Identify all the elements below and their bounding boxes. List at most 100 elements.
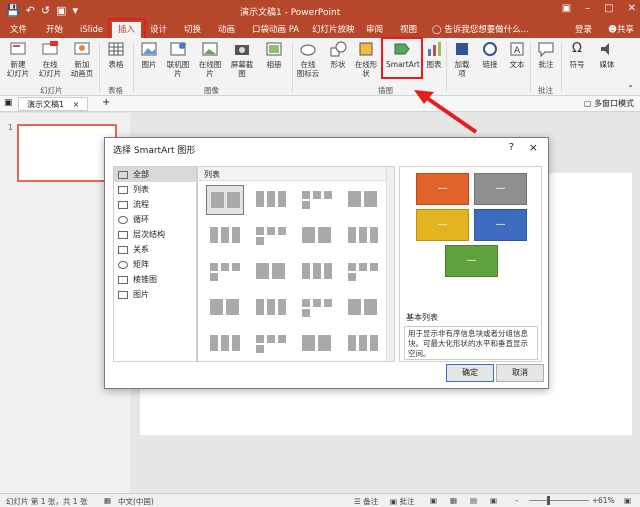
window-icon: ▢ xyxy=(583,99,594,108)
web-pictures-button[interactable]: 在线图片 xyxy=(196,40,224,78)
online-slide-button[interactable]: 在线 幻灯片 xyxy=(36,40,64,78)
layout-thumbnail[interactable] xyxy=(252,185,290,215)
category-picture[interactable]: 图片 xyxy=(114,287,196,302)
maximize-icon[interactable]: □ xyxy=(604,3,613,14)
category-process[interactable]: 流程 xyxy=(114,197,196,212)
category-hierarchy[interactable]: 层次结构 xyxy=(114,227,196,242)
layout-thumbnail[interactable] xyxy=(206,293,244,323)
minimize-icon[interactable]: – xyxy=(585,3,590,14)
category-list-type[interactable]: 列表 xyxy=(114,182,196,197)
new-doc-tab-icon[interactable]: + xyxy=(102,97,110,108)
zoom-slider[interactable] xyxy=(529,500,589,501)
layout-thumbnail[interactable] xyxy=(252,329,290,359)
online-icon-cloud-button[interactable]: 在线 图标云 xyxy=(294,40,322,78)
layout-thumbnail[interactable] xyxy=(206,257,244,287)
group-separator xyxy=(561,42,562,92)
category-relationship[interactable]: 关系 xyxy=(114,242,196,257)
layout-thumbnail[interactable] xyxy=(344,221,382,251)
share-button[interactable]: ☻共享 xyxy=(608,24,634,36)
tab-view[interactable]: 视图 xyxy=(400,24,417,36)
tab-pocket-animation[interactable]: 口袋动画 PA xyxy=(252,24,299,36)
layout-thumbnail[interactable] xyxy=(298,221,336,251)
photo-album-button[interactable]: 相册 xyxy=(260,40,288,69)
normal-view-icon[interactable]: ▣ xyxy=(430,496,437,505)
category-pyramid[interactable]: 棱锥图 xyxy=(114,272,196,287)
gallery-scrollbar[interactable] xyxy=(386,167,394,361)
comment-button[interactable]: 批注 xyxy=(532,40,560,69)
spellcheck-icon[interactable]: ▦ xyxy=(104,496,111,505)
text-button[interactable]: A 文本 xyxy=(503,40,531,69)
new-animation-page-button[interactable]: 新加 动画页 xyxy=(68,40,96,78)
layout-thumbnail[interactable] xyxy=(206,221,244,251)
layout-thumbnail[interactable] xyxy=(344,329,382,359)
customize-qat-icon[interactable]: ▾ xyxy=(73,4,79,18)
layout-thumbnail[interactable] xyxy=(206,185,244,215)
undo-icon[interactable]: ↶ xyxy=(26,4,35,18)
pictures-button[interactable]: 图片 xyxy=(135,40,163,69)
category-matrix[interactable]: 矩阵 xyxy=(114,257,196,272)
slideshow-view-icon[interactable]: ▣ xyxy=(490,496,497,505)
media-button[interactable]: 媒体 xyxy=(593,40,621,69)
collapse-ribbon-icon[interactable]: ⌃ xyxy=(627,84,634,93)
multi-window-toggle[interactable]: ▢ 多窗口模式 xyxy=(584,98,634,109)
ok-button[interactable]: 确定 xyxy=(446,364,494,382)
chart-button[interactable]: 图表 xyxy=(420,40,448,69)
dialog-close-button[interactable]: × xyxy=(529,141,538,154)
layout-thumbnail-shape xyxy=(210,299,223,315)
new-slide-button[interactable]: 新建 幻灯片 xyxy=(4,40,32,78)
tab-animations[interactable]: 动画 xyxy=(218,24,235,36)
layout-thumbnail[interactable] xyxy=(206,329,244,359)
reading-view-icon[interactable]: ▤ xyxy=(470,496,477,505)
tab-home[interactable]: 开始 xyxy=(46,24,63,36)
zoom-level[interactable]: 61% xyxy=(598,496,615,505)
ribbon: 新建 幻灯片 在线 幻灯片 新加 动画页 表格 图片 联机图片 在线图片 屏幕截… xyxy=(0,38,640,96)
close-icon[interactable]: ✕ xyxy=(628,3,636,14)
ribbon-display-icon[interactable]: ▣ xyxy=(562,3,571,14)
layout-thumbnail[interactable] xyxy=(298,185,336,215)
online-pictures-button[interactable]: 联机图片 xyxy=(164,40,192,78)
cancel-button[interactable]: 取消 xyxy=(496,364,544,382)
slide-thumbnail[interactable] xyxy=(17,124,117,182)
comments-toggle[interactable]: ▣ 批注 xyxy=(390,496,414,507)
layout-thumbnail[interactable] xyxy=(298,329,336,359)
tab-islide[interactable]: iSlide xyxy=(80,24,103,36)
links-button[interactable]: 链接 xyxy=(476,40,504,69)
addins-button[interactable]: 加载 项 xyxy=(448,40,476,78)
tab-slideshow[interactable]: 幻灯片放映 xyxy=(312,24,355,36)
layout-thumbnail-shape xyxy=(221,227,229,243)
tell-me-search[interactable]: ◯ 告诉我您想要做什么... xyxy=(432,24,529,36)
login-link[interactable]: 登录 xyxy=(575,24,592,36)
layout-thumbnail[interactable] xyxy=(298,257,336,287)
online-shapes-button[interactable]: 在线形状 xyxy=(352,40,380,78)
layout-thumbnail[interactable] xyxy=(344,257,382,287)
zoom-out-icon[interactable]: – xyxy=(515,496,519,505)
document-tab-close-icon[interactable]: × xyxy=(73,100,80,109)
save-icon[interactable]: 💾 xyxy=(6,4,20,18)
shapes-button[interactable]: 形状 xyxy=(324,40,352,69)
home-doc-icon[interactable]: ▣ xyxy=(4,98,13,108)
screenshot-button[interactable]: 屏幕截图 xyxy=(228,40,256,78)
fit-to-window-icon[interactable]: ▣ xyxy=(624,496,631,505)
symbols-button[interactable]: Ω 符号 xyxy=(563,40,591,69)
redo-icon[interactable]: ↺ xyxy=(41,4,50,18)
document-tab[interactable]: 演示文稿1 × xyxy=(18,97,89,111)
layout-thumbnail[interactable] xyxy=(252,293,290,323)
start-slideshow-icon[interactable]: ▣ xyxy=(56,4,66,18)
table-button[interactable]: 表格 xyxy=(102,40,130,69)
tab-design[interactable]: 设计 xyxy=(150,24,167,36)
zoom-slider-thumb[interactable] xyxy=(547,496,551,505)
tab-review[interactable]: 审阅 xyxy=(366,24,383,36)
help-button[interactable]: ? xyxy=(509,142,514,153)
language-status[interactable]: 中文(中国) xyxy=(118,496,154,507)
layout-thumbnail[interactable] xyxy=(298,293,336,323)
tab-transitions[interactable]: 切换 xyxy=(184,24,201,36)
tab-file[interactable]: 文件 xyxy=(10,24,27,36)
layout-thumbnail[interactable] xyxy=(344,185,382,215)
notes-toggle[interactable]: ☰ 备注 xyxy=(354,496,378,507)
layout-thumbnail[interactable] xyxy=(344,293,382,323)
slide-sorter-icon[interactable]: ▦ xyxy=(450,496,457,505)
category-all[interactable]: 全部 xyxy=(114,167,196,182)
layout-thumbnail[interactable] xyxy=(252,257,290,287)
layout-thumbnail[interactable] xyxy=(252,221,290,251)
category-cycle[interactable]: 循环 xyxy=(114,212,196,227)
